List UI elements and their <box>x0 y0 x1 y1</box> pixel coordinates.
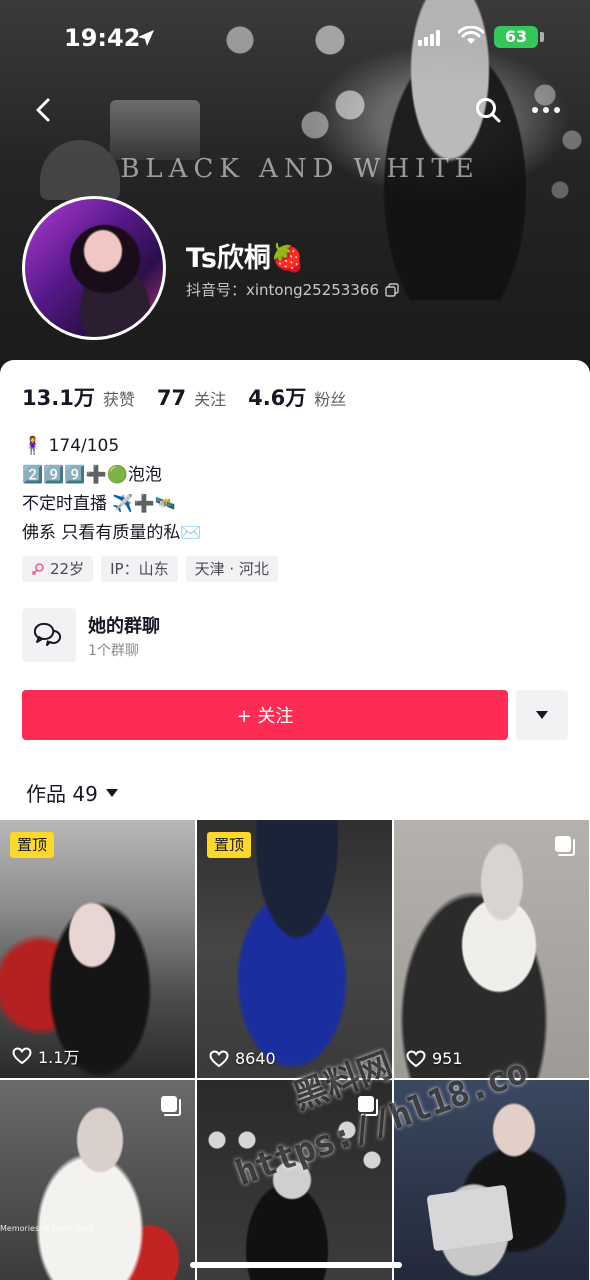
profile-stats: 13.1万 获赞 77 关注 4.6万 粉丝 <box>22 382 346 412</box>
back-arrow-icon[interactable] <box>28 94 60 126</box>
profile-tags: 22岁 IP：山东 天津 · 河北 <box>22 556 278 582</box>
group-chat-title: 她的群聊 <box>88 616 160 637</box>
group-chat-icon <box>34 622 62 646</box>
status-time: 19:42 <box>64 24 141 52</box>
profile-info-sheet: 13.1万 获赞 77 关注 4.6万 粉丝 🧍‍♀️ 174/105 2️⃣9… <box>0 360 590 820</box>
search-icon[interactable] <box>472 94 504 126</box>
group-chat-entry[interactable]: 她的群聊 1个群聊 <box>22 608 568 664</box>
stat-likes-value: 13.1万 <box>22 386 95 410</box>
heart-icon <box>12 1047 32 1065</box>
battery-indicator: 63 <box>494 26 538 48</box>
work-likes-count: 1.1万 <box>38 1048 80 1067</box>
work-caption: Memories of rainy days <box>0 1224 94 1233</box>
stat-following[interactable]: 77 关注 <box>157 386 226 410</box>
stat-followers-value: 4.6万 <box>248 386 307 410</box>
cover-table <box>110 100 200 160</box>
caret-down-icon <box>105 788 118 797</box>
multi-image-icon <box>161 1096 181 1116</box>
laptop-shape <box>426 1184 514 1252</box>
work-item[interactable]: 置顶 1.1万 <box>0 820 195 1078</box>
cellular-signal-icon <box>418 30 440 46</box>
stat-likes-label: 获赞 <box>102 390 135 409</box>
work-item[interactable]: Memories of rainy days <box>0 1080 195 1280</box>
stat-followers-label: 粉丝 <box>314 390 347 409</box>
bio-line: 佛系 只看有质量的私✉️ <box>22 523 202 543</box>
cover-overlay-text: BLACK AND WHITE <box>120 154 480 184</box>
bio-line: 🧍‍♀️ 174/105 <box>22 436 120 456</box>
tag-age-text: 22岁 <box>50 560 85 578</box>
multi-image-icon <box>555 836 575 856</box>
avatar[interactable] <box>22 196 166 340</box>
stat-following-label: 关注 <box>194 390 227 409</box>
group-chat-subtitle: 1个群聊 <box>88 643 139 659</box>
pinned-badge: 置顶 <box>207 832 252 858</box>
heart-icon <box>209 1049 229 1067</box>
work-likes: 1.1万 <box>12 1044 79 1068</box>
follow-button[interactable]: + 关注 <box>22 690 508 740</box>
cover-stool <box>40 140 120 200</box>
status-bar: 19:42 63 <box>0 0 590 80</box>
stat-following-value: 77 <box>156 386 187 410</box>
bio-line: 不定时直播 ✈️➕🛰️ <box>22 494 176 514</box>
caret-down-icon <box>536 711 548 719</box>
douyin-id: 抖音号：xintong25253366 <box>186 281 379 299</box>
pinned-badge: 置顶 <box>10 832 55 858</box>
bio: 🧍‍♀️ 174/105 2️⃣9️⃣9️⃣➕🟢泡泡 不定时直播 ✈️➕🛰️ 佛… <box>22 432 202 548</box>
tag-ip: IP：山东 <box>101 556 178 582</box>
work-likes: 8640 <box>209 1049 276 1068</box>
tab-works[interactable]: 作品 49 <box>26 778 118 807</box>
work-item[interactable]: 置顶 8640 <box>197 820 392 1078</box>
group-chat-icon-box <box>22 608 76 662</box>
wifi-icon <box>458 26 484 44</box>
stat-likes: 13.1万 获赞 <box>22 382 135 412</box>
stat-followers[interactable]: 4.6万 粉丝 <box>248 382 346 412</box>
copy-icon[interactable] <box>385 282 399 297</box>
follow-more-button[interactable] <box>516 690 568 740</box>
work-likes-count: 8640 <box>235 1049 276 1068</box>
more-options-icon[interactable] <box>528 94 564 126</box>
home-indicator[interactable] <box>190 1262 402 1268</box>
tag-location: 天津 · 河北 <box>185 556 278 582</box>
tag-age: 22岁 <box>22 556 94 582</box>
tab-works-label: 作品 49 <box>26 782 98 806</box>
battery-cap <box>540 32 544 42</box>
location-arrow-icon <box>138 30 154 46</box>
female-icon <box>31 563 44 576</box>
douyin-id-row[interactable]: 抖音号：xintong25253366 <box>186 279 399 300</box>
profile-name: Ts欣桐🍓 <box>186 243 305 274</box>
bio-line: 2️⃣9️⃣9️⃣➕🟢泡泡 <box>22 465 162 485</box>
